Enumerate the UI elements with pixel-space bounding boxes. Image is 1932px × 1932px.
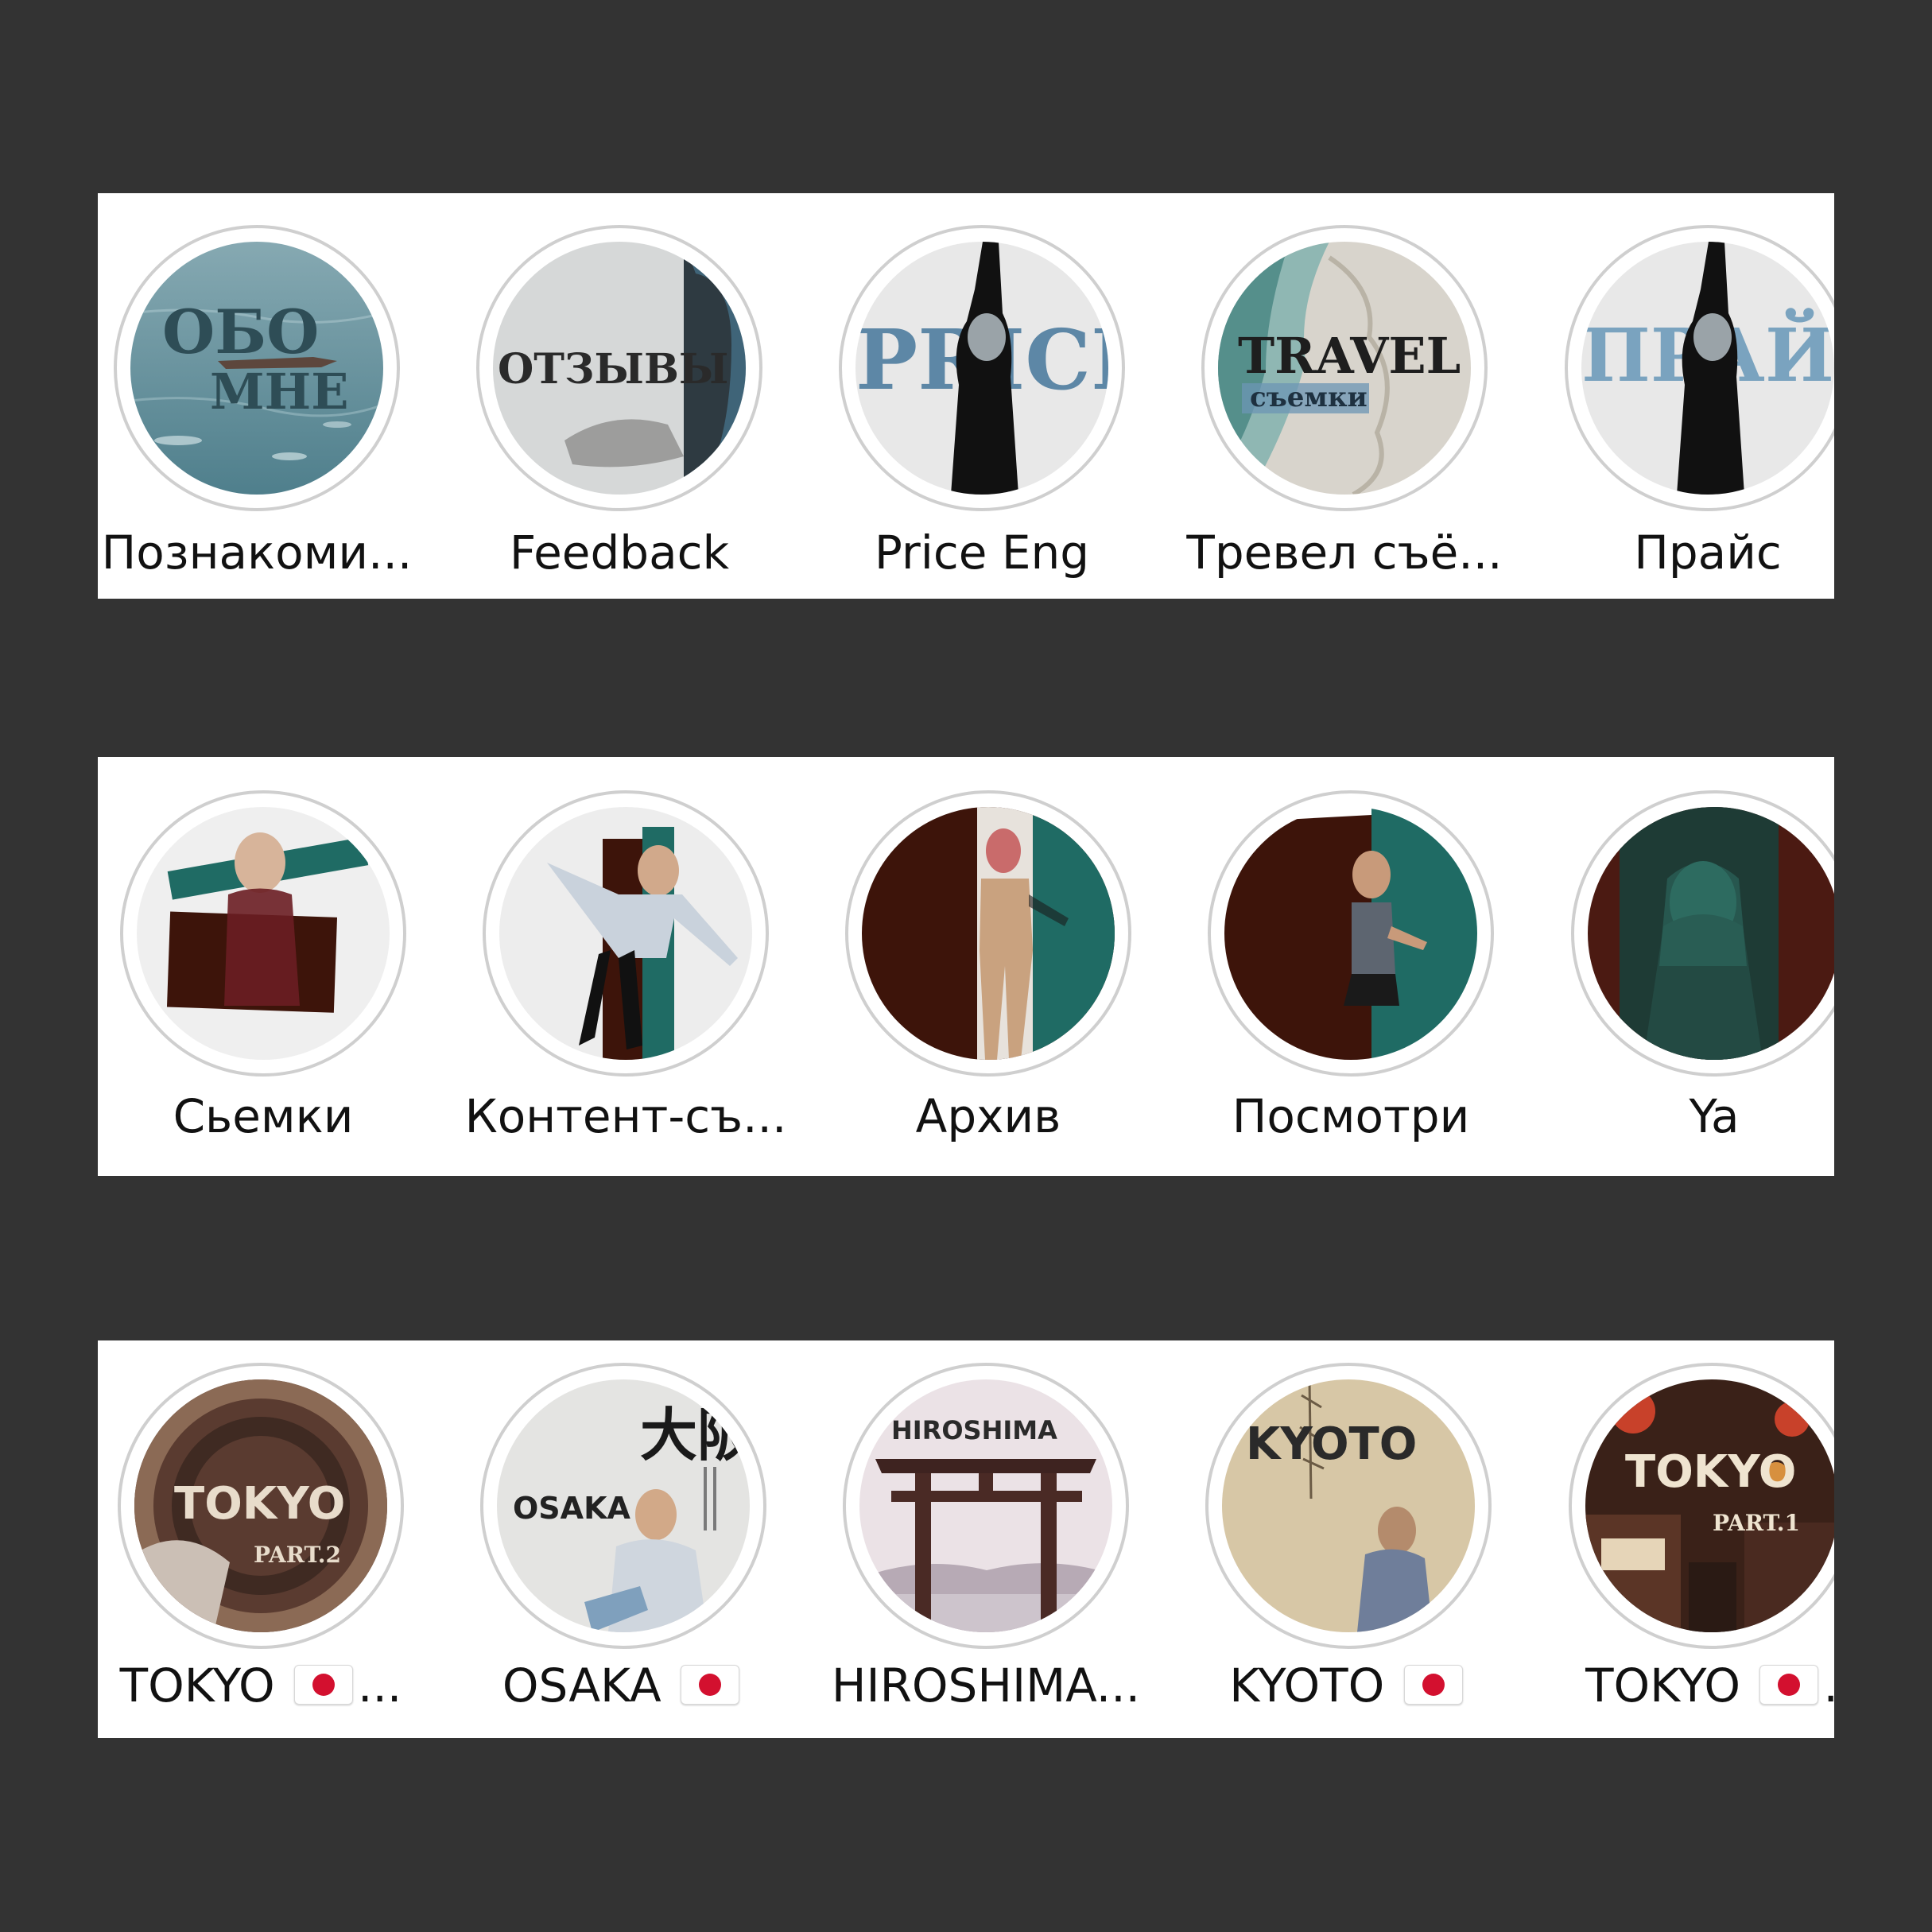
highlight-label: Посмотри (1232, 1089, 1470, 1143)
highlight-prais[interactable]: ПРАЙС (1565, 225, 1834, 511)
japan-flag-icon (681, 1665, 740, 1705)
highlight-content[interactable] (483, 790, 769, 1077)
highlight-cover-posmotri (1224, 807, 1477, 1060)
highlight-cover-hiroshima: HIROSHIMA (859, 1379, 1112, 1632)
highlight-label: Price Eng (874, 526, 1090, 580)
highlight-tokyo-part1[interactable]: TOKYO PART.1 (1569, 1363, 1834, 1649)
cover-text-mne: МНЕ (210, 363, 348, 421)
highlight-cover-kyoto: KYOTO (1222, 1379, 1475, 1632)
cover-text-hiroshima: HIROSHIMA (891, 1415, 1057, 1445)
highlight-semki[interactable] (120, 790, 406, 1077)
highlight-cover-price-eng: PRICE (855, 242, 1108, 495)
highlight-feedback[interactable]: ОТЗЫВЫ (476, 225, 762, 511)
japan-flag-icon (294, 1665, 354, 1705)
cover-text-otzyvy: ОТЗЫВЫ (498, 345, 728, 394)
highlight-tokyo-part2[interactable]: TOKYO PART.2 (118, 1363, 404, 1649)
highlight-cover-travel: TRAVEL съемки (1218, 242, 1471, 495)
highlight-cover-semki (137, 807, 390, 1060)
highlight-label: OSAKA (425, 1658, 822, 1713)
cover-text-osaka: OSAKA (513, 1491, 631, 1526)
highlight-ya[interactable] (1571, 790, 1834, 1077)
cover-text-part2: PART.2 (254, 1542, 341, 1568)
highlight-cover-ya (1588, 807, 1834, 1060)
cover-text-tokyo-1: TOKYO (1625, 1446, 1796, 1498)
highlight-label: Тревел съё... (1186, 526, 1503, 580)
highlight-label: Архив (915, 1089, 1061, 1143)
cover-text-part1: PART.1 (1713, 1510, 1800, 1536)
highlights-row-1: ОБО МНЕ Познакоми... ОТЗЫВЫ Feedback PRI… (98, 193, 1834, 599)
highlight-label: Feedback (509, 526, 730, 580)
highlights-row-2: Сьемки Контент-съ... Архив Посмотри Ya (98, 757, 1834, 1176)
highlight-cover-tokyo-part2: TOKYO PART.2 (134, 1379, 387, 1632)
highlights-row-3: TOKYO PART.2 TOKYO ... 大阪 OSAKA OSAKA HI… (98, 1340, 1834, 1738)
highlight-label: Сьемки (173, 1089, 354, 1143)
highlight-posmotri[interactable] (1208, 790, 1494, 1077)
highlight-about-me[interactable]: ОБО МНЕ (114, 225, 400, 511)
cover-text-semki: съемки (1250, 382, 1368, 413)
highlight-cover-about-me: ОБО МНЕ (130, 242, 383, 495)
highlight-archive[interactable] (845, 790, 1131, 1077)
highlight-label: HIROSHIMA... (831, 1658, 1141, 1713)
cover-text-kyoto: KYOTO (1246, 1418, 1417, 1470)
highlight-label: KYOTO (1150, 1658, 1547, 1713)
highlight-label: Познакоми... (101, 526, 413, 580)
highlight-cover-osaka: 大阪 OSAKA (497, 1379, 750, 1632)
highlight-cover-tokyo-part1: TOKYO PART.1 (1585, 1379, 1834, 1632)
highlight-cover-prais: ПРАЙС (1581, 242, 1834, 495)
highlight-hiroshima[interactable]: HIROSHIMA (843, 1363, 1129, 1649)
japan-flag-icon (1403, 1665, 1463, 1705)
highlight-price-eng[interactable]: PRICE (839, 225, 1125, 511)
japan-flag-icon (1759, 1665, 1819, 1705)
highlight-osaka[interactable]: 大阪 OSAKA (480, 1363, 766, 1649)
highlight-kyoto[interactable]: KYOTO (1205, 1363, 1492, 1649)
cover-text-travel: TRAVEL (1238, 327, 1461, 385)
cover-text-tokyo: TOKYO (174, 1478, 345, 1530)
highlight-cover-feedback: ОТЗЫВЫ (493, 242, 746, 495)
highlight-label: TOKYO ... (119, 1658, 402, 1713)
highlight-cover-archive (862, 807, 1115, 1060)
cover-text-kanji: 大阪 (640, 1401, 750, 1468)
highlight-label: TOKYO . (1513, 1658, 1834, 1713)
highlight-label: Ya (1689, 1089, 1740, 1143)
highlight-travel[interactable]: TRAVEL съемки (1201, 225, 1488, 511)
highlight-label: Прайс (1634, 526, 1782, 580)
highlight-cover-content (499, 807, 752, 1060)
highlight-label: Контент-съ... (464, 1089, 787, 1143)
cover-text-obo: ОБО (162, 297, 319, 367)
